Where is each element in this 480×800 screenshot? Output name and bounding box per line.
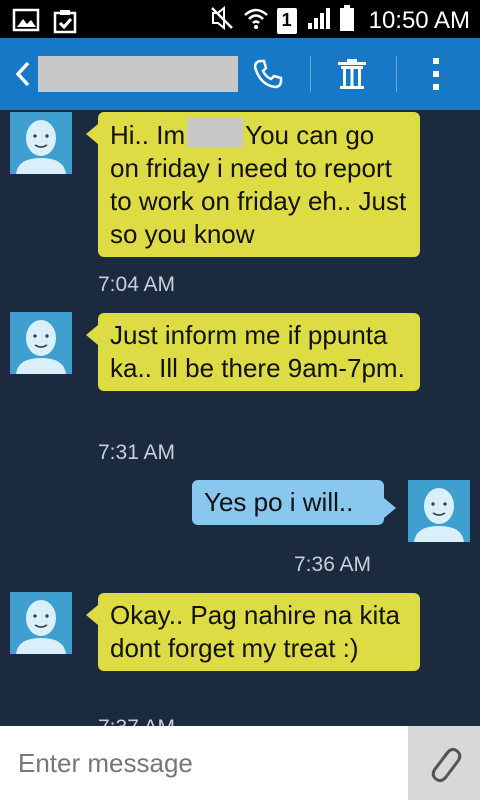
contact-avatar[interactable] bbox=[10, 112, 72, 174]
message-text: Just inform me if ppunta ka.. Ill be the… bbox=[110, 320, 405, 383]
message-bubble-incoming[interactable]: Okay.. Pag nahire na kita dont forget my… bbox=[86, 593, 420, 671]
wifi-icon bbox=[243, 5, 269, 36]
my-avatar[interactable] bbox=[408, 480, 470, 542]
message-text: Okay.. Pag nahire na kita dont forget my… bbox=[110, 600, 401, 663]
trash-icon bbox=[338, 59, 366, 89]
delete-button[interactable] bbox=[332, 54, 372, 94]
battery-icon bbox=[339, 4, 355, 37]
header-divider bbox=[396, 56, 397, 92]
redacted-name bbox=[187, 118, 244, 148]
person-icon bbox=[408, 480, 470, 542]
phone-icon bbox=[253, 59, 283, 89]
message-timestamp: 7:31 AM bbox=[98, 441, 176, 464]
message-text: Hi.. Im bbox=[110, 120, 186, 150]
conversation-header bbox=[0, 38, 480, 110]
compose-bar bbox=[0, 726, 480, 800]
overflow-menu-icon bbox=[433, 58, 439, 90]
status-bar: 1 10:50 AM bbox=[0, 0, 480, 38]
contact-avatar[interactable] bbox=[10, 312, 72, 374]
header-divider bbox=[310, 56, 311, 92]
person-icon bbox=[10, 312, 72, 374]
message-timestamp: 7:04 AM bbox=[98, 273, 176, 296]
status-time: 10:50 AM bbox=[368, 6, 470, 34]
message-bubble-incoming[interactable]: Hi.. Im You can go on friday i need to re… bbox=[86, 112, 420, 257]
call-button[interactable] bbox=[248, 54, 288, 94]
message-text: Yes po i will.. bbox=[204, 487, 354, 517]
clipboard-check-icon bbox=[52, 8, 78, 39]
sim-slot-badge: 1 bbox=[276, 7, 297, 34]
overflow-menu-button[interactable] bbox=[416, 54, 456, 94]
message-bubble-outgoing[interactable]: Yes po i will.. bbox=[192, 480, 396, 525]
contact-avatar[interactable] bbox=[10, 592, 72, 654]
paperclip-icon bbox=[431, 747, 462, 783]
message-bubble-incoming[interactable]: Just inform me if ppunta ka.. Ill be the… bbox=[86, 313, 420, 391]
back-icon bbox=[15, 61, 30, 87]
back-button[interactable] bbox=[8, 58, 38, 90]
contact-name[interactable] bbox=[38, 56, 238, 92]
message-input[interactable] bbox=[0, 726, 408, 800]
message-timestamp: 7:37 AM bbox=[98, 716, 175, 726]
gallery-icon bbox=[12, 8, 40, 39]
message-list[interactable]: Hi.. Im You can go on friday i need to re… bbox=[0, 110, 480, 726]
message-timestamp: 7:36 AM bbox=[294, 553, 372, 576]
person-icon bbox=[10, 592, 72, 654]
mute-icon bbox=[209, 5, 235, 36]
attach-button[interactable] bbox=[408, 726, 480, 800]
person-icon bbox=[10, 112, 72, 174]
signal-icon bbox=[305, 5, 331, 36]
